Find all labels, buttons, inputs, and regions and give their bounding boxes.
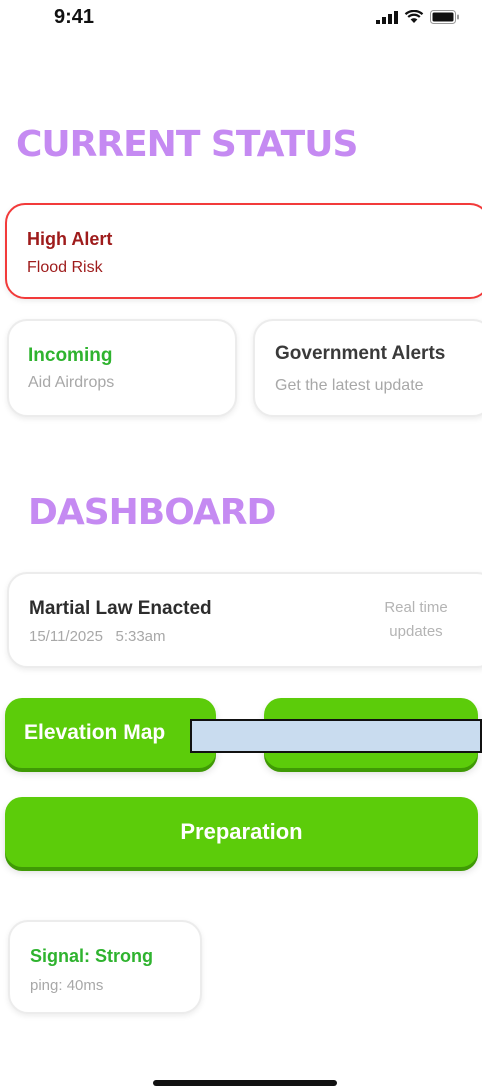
signal-title: Signal: Strong	[30, 946, 153, 966]
update-time: 5:33am	[115, 628, 166, 645]
government-alerts-title: Government Alerts	[275, 343, 446, 364]
wifi-icon	[404, 10, 424, 24]
update-title: Martial Law Enacted	[29, 598, 212, 619]
signal-ping: ping: 40ms	[30, 977, 104, 994]
battery-icon	[430, 10, 460, 24]
current-status-heading: CURRENT STATUS	[16, 124, 358, 165]
system-icons	[376, 10, 460, 24]
incoming-subtitle: Aid Airdrops	[28, 374, 115, 391]
realtime-updates-note: Real time updates	[384, 599, 448, 640]
update-date: 15/11/2025	[29, 628, 103, 645]
alert-title: High Alert	[27, 229, 113, 249]
incoming-card[interactable]: Incoming Aid Airdrops	[7, 319, 237, 417]
elevation-map-button[interactable]: Elevation Map	[5, 698, 216, 768]
incoming-title: Incoming	[28, 345, 113, 366]
status-bar: 9:41	[0, 0, 482, 40]
update-timestamp: 15/11/2025 5:33am	[29, 628, 166, 645]
status-time: 9:41	[54, 6, 95, 28]
high-alert-card[interactable]: High Alert Flood Risk	[5, 203, 482, 299]
signal-icon	[376, 10, 398, 24]
redaction-box	[190, 719, 482, 753]
preparation-button[interactable]: Preparation	[5, 797, 478, 867]
martial-law-update-card[interactable]: Martial Law Enacted 15/11/2025 5:33am Re…	[7, 572, 482, 668]
home-indicator[interactable]	[153, 1080, 337, 1086]
alert-subtitle: Flood Risk	[27, 259, 103, 276]
government-alerts-subtitle: Get the latest update	[275, 377, 424, 394]
signal-status-card: Signal: Strong ping: 40ms	[8, 920, 202, 1014]
dashboard-heading: DASHBOARD	[28, 492, 276, 533]
government-alerts-card[interactable]: Government Alerts Get the latest update	[253, 319, 482, 417]
